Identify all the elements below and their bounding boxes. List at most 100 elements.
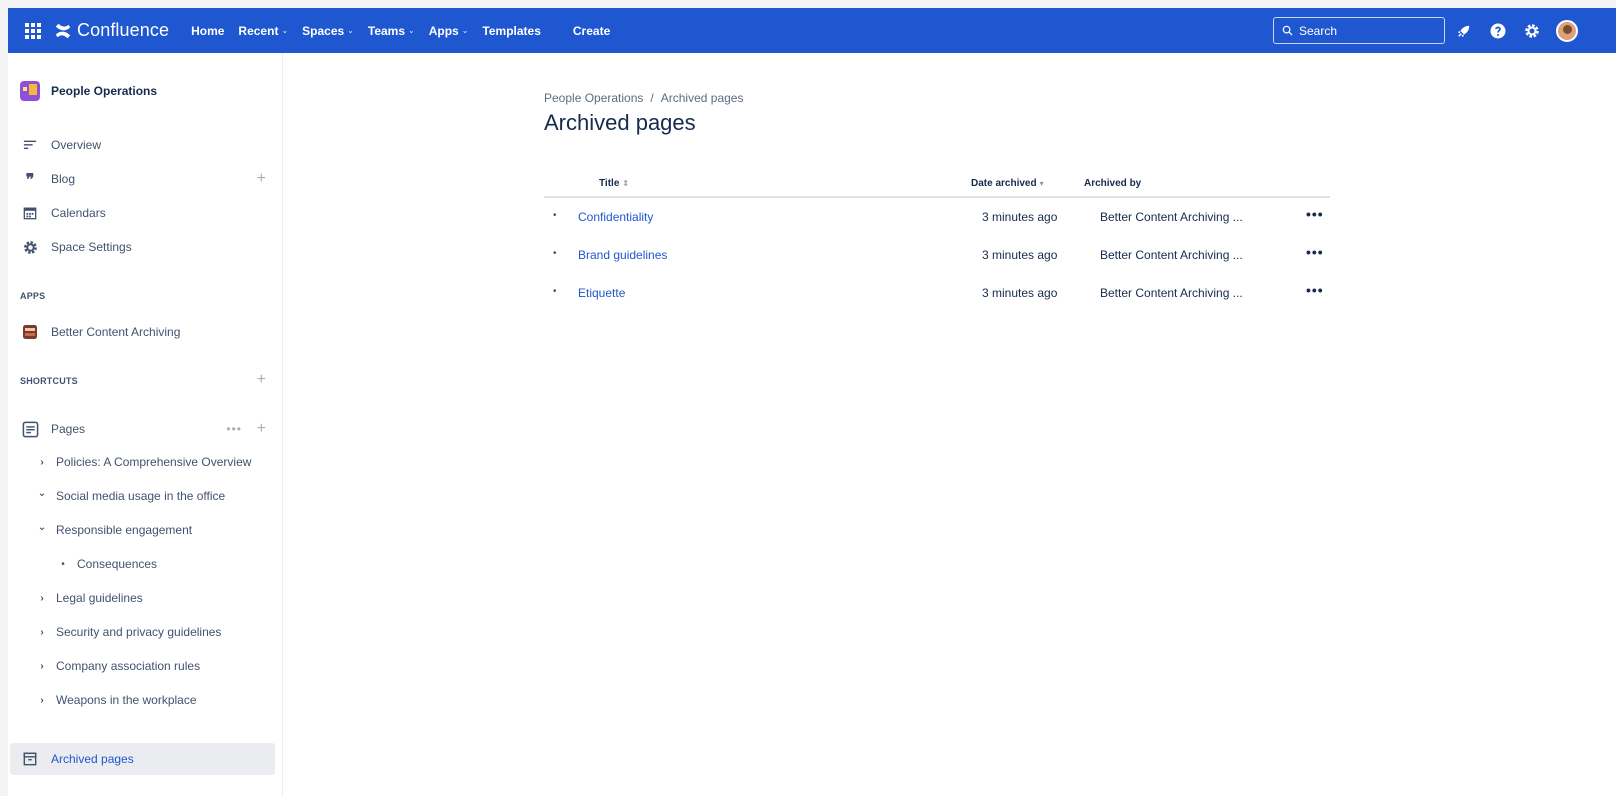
apps-heading: APPS: [20, 291, 46, 301]
page-tree-item[interactable]: › Policies: A Comprehensive Overview: [35, 451, 251, 473]
sidebar-item-pages[interactable]: Pages ••• +: [20, 418, 272, 440]
table-body: • Confidentiality 3 minutes ago Better Cont…: [544, 198, 1330, 312]
page-tree-item[interactable]: ⌄ Responsible engagement: [35, 519, 192, 541]
more-actions-button[interactable]: •••: [1306, 244, 1324, 260]
page-tree-label: Company association rules: [56, 659, 201, 673]
sort-desc-icon: ▾: [1039, 179, 1044, 188]
chevron-down-icon[interactable]: ⌄: [35, 522, 49, 533]
page-tree-label: Security and privacy guidelines: [56, 625, 222, 639]
sidebar: People Operations Overview ❞ Blog + Cale…: [8, 53, 283, 796]
page-tree-item[interactable]: › Weapons in the workplace: [35, 689, 196, 711]
archived-by-cell: Better Content Archiving ...: [1100, 286, 1243, 300]
archive-icon: [20, 749, 40, 769]
quote-icon: ❞: [25, 169, 35, 189]
nav-item-apps[interactable]: Apps ⌄: [429, 24, 469, 38]
column-header-title[interactable]: Title ⇕: [599, 178, 629, 189]
nav-menu: Home Recent ⌄ Spaces ⌄ Teams ⌄ Apps ⌄ Templates: [191, 8, 555, 53]
shortcuts-row: +: [20, 369, 272, 391]
page-tree-item[interactable]: • Consequences: [56, 553, 157, 575]
page-tree-item[interactable]: › Company association rules: [35, 655, 200, 677]
chevron-down-icon[interactable]: ⌄: [35, 488, 49, 499]
rocket-icon[interactable]: [1454, 21, 1474, 41]
sidebar-item-label: Calendars: [51, 206, 106, 220]
nav-item-recent[interactable]: Recent ⌄: [238, 24, 288, 38]
app-switcher-icon[interactable]: [22, 20, 44, 42]
create-button[interactable]: Create: [573, 24, 610, 38]
column-header-archived-by: Archived by: [1084, 178, 1142, 189]
sidebar-item-space-settings[interactable]: Space Settings: [20, 236, 272, 258]
page-tree-item[interactable]: › Legal guidelines: [35, 587, 142, 609]
space-name: People Operations: [51, 84, 158, 98]
nav-item-templates[interactable]: Templates: [482, 24, 540, 38]
sidebar-item-label: Blog: [51, 172, 76, 186]
page-title-link[interactable]: Brand guidelines: [578, 248, 667, 262]
sort-icon: ⇕: [622, 179, 630, 188]
nav-item-label: Recent: [238, 23, 279, 38]
confluence-logo[interactable]: Confluence: [54, 20, 169, 41]
chevron-right-icon[interactable]: ›: [35, 661, 49, 672]
table-header: Title ⇕ Date archived ▾ Archived by: [544, 173, 1330, 198]
column-title-label: Title: [599, 178, 620, 189]
chevron-down-icon: ⌄: [347, 26, 354, 35]
breadcrumb-archived-pages[interactable]: Archived pages: [661, 91, 744, 105]
page-title-link[interactable]: Confidentiality: [578, 210, 653, 224]
chevron-right-icon[interactable]: ›: [35, 457, 49, 468]
date-archived-cell: 3 minutes ago: [982, 286, 1058, 300]
gear-icon: [20, 237, 40, 257]
chevron-down-icon: ⌄: [281, 26, 289, 35]
nav-item-spaces[interactable]: Spaces ⌄: [302, 24, 354, 38]
avatar[interactable]: [1556, 19, 1578, 42]
space-avatar-icon: [20, 81, 40, 101]
pages-more-button[interactable]: •••: [226, 422, 242, 436]
add-blog-button[interactable]: +: [257, 170, 266, 188]
chevron-right-icon[interactable]: ›: [35, 627, 49, 638]
column-header-date-archived[interactable]: Date archived ▾: [971, 178, 1044, 189]
breadcrumb-separator: /: [650, 91, 654, 105]
chevron-right-icon[interactable]: ›: [35, 593, 49, 604]
nav-item-label: Home: [191, 23, 225, 38]
nav-item-home[interactable]: Home: [191, 24, 224, 38]
more-actions-button[interactable]: •••: [1306, 206, 1324, 222]
nav-item-label: Apps: [428, 23, 459, 38]
space-header[interactable]: People Operations: [20, 81, 157, 101]
top-nav: Confluence Home Recent ⌄ Spaces ⌄ Teams ⌄ Apps ⌄…: [8, 8, 1616, 53]
pages-icon: [20, 419, 40, 439]
settings-icon[interactable]: [1522, 21, 1542, 41]
sidebar-item-label: Archived pages: [51, 752, 134, 766]
overview-icon: [20, 135, 40, 155]
bullet-icon: •: [61, 558, 65, 570]
sidebar-item-label: Overview: [51, 138, 102, 152]
logo-text: Confluence: [77, 20, 170, 40]
sidebar-item-archived-pages[interactable]: Archived pages: [10, 743, 275, 775]
archived-pages-table: Title ⇕ Date archived ▾ Archived by • Confi…: [544, 173, 1330, 312]
page-tree-label: Consequences: [77, 557, 158, 571]
chevron-right-icon[interactable]: ›: [35, 695, 49, 706]
date-archived-cell: 3 minutes ago: [982, 210, 1058, 224]
page-tree-label: Responsible engagement: [56, 523, 193, 537]
page-title: Archived pages: [544, 110, 696, 135]
sidebar-item-better-content-archiving[interactable]: Better Content Archiving: [20, 321, 272, 343]
table-row: • Brand guidelines 3 minutes ago Better Con…: [544, 236, 1330, 274]
main-content: People Operations / Archived pages Archi…: [544, 91, 1334, 300]
add-shortcut-button[interactable]: +: [257, 371, 266, 389]
add-page-button[interactable]: +: [257, 420, 266, 438]
more-actions-button[interactable]: •••: [1306, 282, 1324, 298]
page-tree-item[interactable]: ⌄ Social media usage in the office: [35, 485, 225, 507]
sidebar-item-label: Pages: [51, 422, 86, 436]
sidebar-item-overview[interactable]: Overview: [20, 134, 272, 156]
help-icon[interactable]: [1488, 21, 1508, 41]
app-window: Confluence Home Recent ⌄ Spaces ⌄ Teams ⌄ Apps ⌄…: [8, 8, 1616, 796]
breadcrumb-space[interactable]: People Operations: [544, 91, 643, 105]
sidebar-item-calendars[interactable]: Calendars: [20, 202, 272, 224]
confluence-logo-icon: [55, 23, 71, 38]
sidebar-item-blog[interactable]: ❞ Blog +: [20, 168, 272, 190]
page-title-link[interactable]: Etiquette: [578, 286, 625, 300]
nav-item-teams[interactable]: Teams ⌄: [368, 24, 415, 38]
chevron-down-icon: ⌄: [461, 26, 469, 35]
nav-item-label: Teams: [367, 23, 406, 38]
chevron-down-icon: ⌄: [408, 26, 415, 35]
page-tree-label: Social media usage in the office: [56, 489, 226, 503]
search-placeholder: Search: [1299, 23, 1338, 38]
page-tree-item[interactable]: › Security and privacy guidelines: [35, 621, 221, 643]
search-input[interactable]: Search: [1273, 17, 1445, 44]
